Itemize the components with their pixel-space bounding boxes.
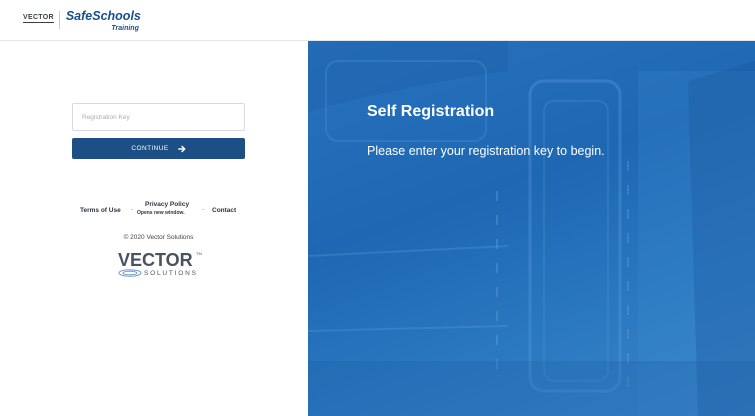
footer-links: Terms of Use - Privacy Policy Opens new … [72,201,245,223]
continue-label: CONTINUE [131,145,169,152]
vector-small-logo: VECTOR [23,14,54,23]
vector-solutions-logo: VECTOR TM SOLUTIONS [118,250,202,277]
top-header: VECTOR SafeSchools Training [0,0,755,41]
logo-word-text: VECTOR [118,250,193,270]
privacy-policy-link[interactable]: Privacy Policy [145,201,189,208]
login-panel: CONTINUE Terms of Use - Privacy Policy O… [0,41,308,416]
brand-divider [58,11,60,29]
safeschools-subtitle: Training [111,25,139,32]
link-separator: - [131,207,133,213]
brand-logo[interactable]: VECTOR SafeSchools Training [23,9,146,35]
registration-key-input[interactable] [72,103,245,131]
copyright-text: © 2020 Vector Solutions [123,234,194,241]
registration-instructions: Please enter your registration key to be… [367,144,605,158]
link-separator: - [202,207,204,213]
logo-tm-text: TM [196,251,202,256]
hero-panel: Self Registration Please enter your regi… [308,41,755,416]
continue-button[interactable]: CONTINUE [72,138,245,159]
safeschools-title: SafeSchools [65,9,141,23]
contact-link[interactable]: Contact [212,207,236,214]
arrow-right-icon [177,145,186,153]
privacy-new-window-note: Opens new window. [137,210,185,216]
logo-sub-text: SOLUTIONS [144,270,198,277]
safeschools-logo: SafeSchools Training [65,9,146,35]
bus-window-background-image [308,41,755,416]
self-registration-heading: Self Registration [367,103,495,120]
terms-of-use-link[interactable]: Terms of Use [80,207,121,214]
